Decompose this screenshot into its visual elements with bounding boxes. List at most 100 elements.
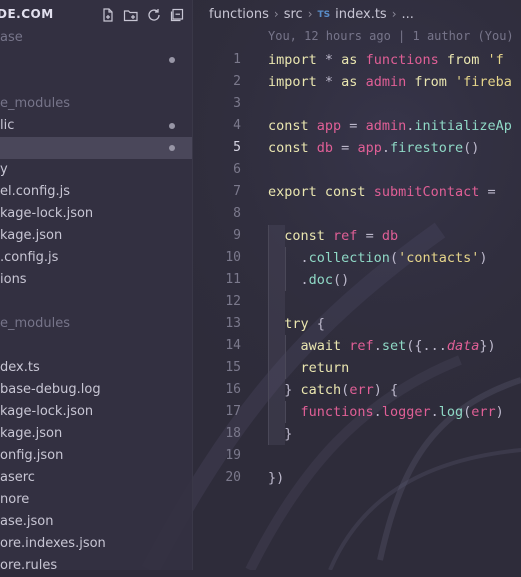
- file-tree-item[interactable]: aserc: [0, 467, 192, 489]
- line-number: 20: [225, 470, 241, 485]
- refresh-icon[interactable]: [146, 7, 162, 23]
- line-number: 13: [225, 316, 241, 331]
- new-folder-icon[interactable]: [123, 7, 139, 23]
- line-number: 14: [225, 338, 241, 353]
- code-line[interactable]: const app = admin.initializeAp: [268, 115, 512, 137]
- file-tree-item[interactable]: [0, 71, 192, 93]
- breadcrumb-folder-functions[interactable]: functions: [209, 7, 269, 22]
- code-line[interactable]: await ref.set({...data}): [268, 335, 496, 357]
- file-tree-item[interactable]: kage.json: [0, 423, 192, 445]
- code-token: catch: [300, 382, 342, 398]
- file-tree-item[interactable]: ore.rules: [0, 555, 192, 577]
- code-token: ): [479, 250, 488, 266]
- collapse-all-icon[interactable]: [169, 7, 185, 23]
- code-line[interactable]: .collection('contacts'): [268, 247, 488, 269]
- file-tree-item[interactable]: nore: [0, 489, 192, 511]
- code-token: =: [487, 184, 504, 200]
- file-tree-item[interactable]: ore.indexes.json: [0, 533, 192, 555]
- code-token: data: [446, 338, 480, 354]
- breadcrumb-file-index[interactable]: index.ts: [335, 7, 387, 22]
- code-token: }): [268, 470, 285, 486]
- code-line[interactable]: import * as admin from 'fireba: [268, 71, 512, 93]
- file-tree-item[interactable]: kage-lock.json: [0, 401, 192, 423]
- code-token: const: [284, 228, 334, 244]
- code-token: (): [463, 140, 480, 156]
- code-token: (): [333, 272, 350, 288]
- explorer-title: DE.COM: [0, 7, 54, 21]
- file-tree-item[interactable]: onfig.json: [0, 445, 192, 467]
- code-token: =: [365, 228, 382, 244]
- code-token: db: [316, 140, 342, 156]
- file-tree-item[interactable]: el.config.js: [0, 181, 192, 203]
- modified-dot-icon: [169, 123, 175, 129]
- file-tree-item-label: kage.json: [0, 228, 63, 243]
- code-token: export: [268, 184, 325, 200]
- code-token: *: [324, 74, 342, 90]
- line-number: 7: [233, 184, 241, 199]
- line-number: 18: [225, 426, 241, 441]
- file-tree-item-label: lic: [0, 118, 15, 133]
- file-tree-item[interactable]: base-debug.log: [0, 379, 192, 401]
- code-line[interactable]: }: [268, 423, 292, 445]
- file-tree-item-label: ase.json: [0, 514, 54, 529]
- breadcrumb-symbols[interactable]: ...: [402, 7, 414, 22]
- file-tree-item-label: .config.js: [0, 250, 59, 265]
- code-line[interactable]: export const submitContact =: [268, 181, 504, 203]
- code-token: *: [324, 52, 342, 68]
- chevron-right-icon: ›: [307, 7, 313, 21]
- breadcrumb-folder-src[interactable]: src: [284, 7, 303, 22]
- new-file-icon[interactable]: [100, 7, 116, 23]
- line-number: 11: [225, 272, 241, 287]
- file-tree-item[interactable]: [0, 49, 192, 71]
- explorer-sidebar: DE.COM ase e_modules lic y el.config.js …: [0, 0, 193, 573]
- code-line[interactable]: try {: [268, 313, 325, 335]
- file-tree-item[interactable]: e_modules: [0, 313, 192, 335]
- code-token: err: [471, 404, 496, 420]
- code-token: ref: [333, 228, 366, 244]
- file-tree-item-label: ore.rules: [0, 558, 58, 573]
- code-line[interactable]: functions.logger.log(err): [268, 401, 504, 423]
- file-tree-item[interactable]: ions: [0, 269, 192, 291]
- code-token: firestore: [389, 140, 464, 156]
- file-tree-item[interactable]: kage-lock.json: [0, 203, 192, 225]
- file-tree-item[interactable]: [0, 291, 192, 313]
- code-line[interactable]: const ref = db: [268, 225, 398, 247]
- code-token: .: [381, 140, 390, 156]
- breadcrumb: functions › src › TS index.ts ›...: [209, 7, 414, 22]
- file-tree-item[interactable]: ase: [0, 27, 192, 49]
- code-token: =: [341, 140, 358, 156]
- file-tree-item[interactable]: y: [0, 159, 192, 181]
- code-line[interactable]: }): [268, 467, 284, 489]
- code-line[interactable]: } catch(err) {: [268, 379, 398, 401]
- code-token: .: [300, 272, 309, 288]
- code-area[interactable]: import * as functions from 'f import * as…: [268, 49, 521, 486]
- git-blame-codelens[interactable]: You, 12 hours ago | 1 author (You): [268, 29, 514, 43]
- file-tree-item-label: e_modules: [0, 96, 70, 111]
- file-tree-item[interactable]: e_modules: [0, 93, 192, 115]
- code-token: ) {: [373, 382, 399, 398]
- code-line[interactable]: .doc(): [268, 269, 350, 291]
- code-line[interactable]: return: [268, 357, 350, 379]
- file-tree-item-label: dex.ts: [0, 360, 40, 375]
- file-tree-item[interactable]: .config.js: [0, 247, 192, 269]
- line-number: 15: [225, 360, 241, 375]
- line-number: 6: [233, 162, 241, 177]
- code-token: import: [268, 74, 325, 90]
- code-line[interactable]: const db = app.firestore(): [268, 137, 479, 159]
- code-line[interactable]: import * as functions from 'f: [268, 49, 504, 71]
- file-tree-item[interactable]: kage.json: [0, 225, 192, 247]
- file-tree-item[interactable]: [0, 335, 192, 357]
- code-token: collection: [308, 250, 390, 266]
- file-tree-item[interactable]: ase.json: [0, 511, 192, 533]
- code-token: }: [284, 426, 293, 442]
- code-editor: functions › src › TS index.ts ›... You, 12 hou…: [193, 0, 521, 570]
- file-tree-item[interactable]: [0, 137, 192, 159]
- file-tree-item[interactable]: dex.ts: [0, 357, 192, 379]
- line-number: 12: [225, 294, 241, 309]
- file-tree-item[interactable]: lic: [0, 115, 192, 137]
